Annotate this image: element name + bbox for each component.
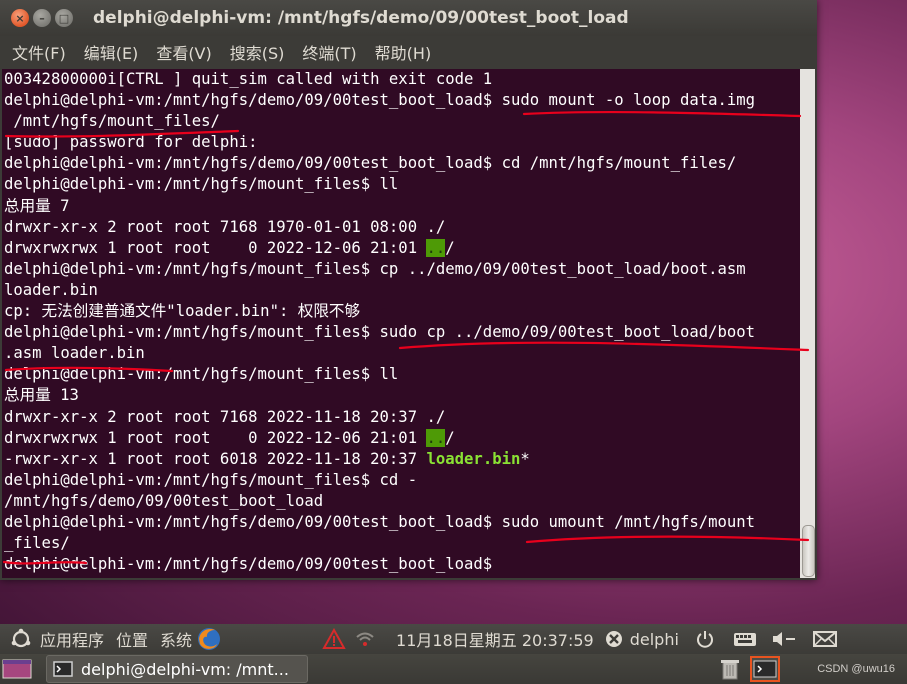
terminal-line: .asm loader.bin bbox=[4, 344, 145, 363]
mail-icon[interactable] bbox=[812, 630, 837, 648]
terminal-line: drwxr-xr-x 2 root root 7168 2022-11-18 2… bbox=[4, 407, 446, 426]
user-switch-icon[interactable] bbox=[604, 629, 624, 649]
maximize-button[interactable]: □ bbox=[55, 9, 73, 27]
terminal-window: × – □ delphi@delphi-vm: /mnt/hgfs/demo/0… bbox=[0, 0, 817, 580]
taskbar-terminal-item[interactable]: delphi@delphi-vm: /mnt... bbox=[46, 655, 308, 683]
top-panel: 应用程序 位置 系统 11月18日星期五 20:37:59 delphi bbox=[0, 624, 907, 654]
firefox-icon[interactable] bbox=[196, 626, 222, 652]
power-icon[interactable] bbox=[695, 629, 715, 649]
close-button[interactable]: × bbox=[11, 9, 29, 27]
ubuntu-logo-icon[interactable] bbox=[10, 628, 32, 650]
terminal-line: _files/ bbox=[4, 534, 70, 553]
terminal-line: drwxrwxrwx 1 root root 0 2022-12-06 21:0… bbox=[2, 428, 800, 449]
menu-system[interactable]: 系统 bbox=[160, 627, 192, 651]
volume-icon[interactable] bbox=[771, 630, 797, 648]
parent-dir: .. bbox=[426, 428, 446, 447]
title-bar[interactable]: × – □ delphi@delphi-vm: /mnt/hgfs/demo/0… bbox=[0, 0, 817, 36]
terminal-line: /mnt/hgfs/mount_files/ bbox=[4, 112, 220, 131]
menu-applications[interactable]: 应用程序 bbox=[40, 627, 104, 651]
minimize-button[interactable]: – bbox=[33, 9, 51, 27]
line-text: -rwxr-xr-x 1 root root 6018 2022-11-18 2… bbox=[4, 449, 427, 468]
terminal-line: -rwxr-xr-x 1 root root 6018 2022-11-18 2… bbox=[2, 449, 800, 470]
show-desktop-icon[interactable] bbox=[2, 657, 32, 681]
terminal-line: [sudo] password for delphi: bbox=[4, 133, 258, 152]
terminal-line: delphi@delphi-vm:/mnt/hgfs/mount_files$ … bbox=[4, 323, 756, 342]
terminal-line: 00342800000i[CTRL ] quit_sim called with… bbox=[4, 70, 493, 88]
warning-icon[interactable] bbox=[322, 628, 346, 650]
terminal-icon bbox=[53, 661, 73, 677]
menu-edit[interactable]: 编辑(E) bbox=[84, 40, 139, 64]
taskbar-item-label: delphi@delphi-vm: /mnt... bbox=[81, 659, 289, 679]
menu-search[interactable]: 搜索(S) bbox=[230, 40, 285, 64]
menu-terminal[interactable]: 终端(T) bbox=[302, 40, 356, 64]
scrollbar-thumb[interactable] bbox=[802, 525, 815, 577]
terminal-line: delphi@delphi-vm:/mnt/hgfs/demo/09/00tes… bbox=[4, 512, 756, 531]
menu-bar: 文件(F) 编辑(E) 查看(V) 搜索(S) 终端(T) 帮助(H) bbox=[0, 36, 817, 68]
user-name[interactable]: delphi bbox=[630, 630, 679, 649]
terminal-line: delphi@delphi-vm:/mnt/hgfs/demo/09/00tes… bbox=[2, 554, 800, 575]
bottom-panel: delphi@delphi-vm: /mnt... bbox=[0, 654, 907, 684]
terminal-line: 总用量 13 bbox=[4, 386, 79, 405]
watermark: CSDN @uwu16 bbox=[817, 663, 895, 675]
terminal-line: drwxrwxrwx 1 root root 0 2022-12-06 21:0… bbox=[2, 238, 800, 259]
terminal-line: delphi@delphi-vm:/mnt/hgfs/mount_files$ … bbox=[4, 259, 746, 278]
menu-help[interactable]: 帮助(H) bbox=[375, 40, 432, 64]
terminal-line: delphi@delphi-vm:/mnt/hgfs/demo/09/00tes… bbox=[4, 154, 737, 173]
workspace-switcher-icon[interactable] bbox=[750, 656, 780, 682]
exe-suffix: * bbox=[520, 449, 530, 468]
trash-icon[interactable] bbox=[718, 657, 742, 681]
terminal-line: 总用量 7 bbox=[4, 196, 70, 215]
terminal-line: delphi@delphi-vm:/mnt/hgfs/mount_files$ … bbox=[4, 175, 399, 194]
menu-file[interactable]: 文件(F) bbox=[12, 40, 66, 64]
terminal-line: /mnt/hgfs/demo/09/00test_boot_load bbox=[4, 491, 324, 510]
line-text: drwxrwxrwx 1 root root 0 2022-12-06 21:0… bbox=[4, 238, 427, 257]
terminal-line: cp: 无法创建普通文件"loader.bin": 权限不够 bbox=[4, 302, 361, 321]
terminal-output[interactable]: 00342800000i[CTRL ] quit_sim called with… bbox=[2, 69, 800, 578]
terminal-line: drwxr-xr-x 2 root root 7168 1970-01-01 0… bbox=[4, 217, 446, 236]
menu-places[interactable]: 位置 bbox=[116, 627, 148, 651]
wifi-icon[interactable] bbox=[354, 628, 376, 650]
window-title: delphi@delphi-vm: /mnt/hgfs/demo/09/00te… bbox=[93, 8, 629, 28]
terminal-line: loader.bin bbox=[4, 280, 98, 299]
cursor bbox=[502, 555, 511, 573]
menu-view[interactable]: 查看(V) bbox=[156, 40, 211, 64]
line-text: delphi@delphi-vm:/mnt/hgfs/demo/09/00tes… bbox=[4, 555, 502, 574]
clock[interactable]: 11月18日星期五 20:37:59 bbox=[396, 627, 594, 651]
dir-suffix: / bbox=[445, 238, 455, 257]
keyboard-icon[interactable] bbox=[733, 630, 757, 648]
terminal-line: delphi@delphi-vm:/mnt/hgfs/mount_files$ … bbox=[4, 470, 418, 489]
line-text: drwxrwxrwx 1 root root 0 2022-12-06 21:0… bbox=[4, 428, 427, 447]
terminal-line: delphi@delphi-vm:/mnt/hgfs/demo/09/00tes… bbox=[4, 91, 756, 110]
scrollbar[interactable] bbox=[800, 69, 815, 578]
terminal-line: delphi@delphi-vm:/mnt/hgfs/mount_files$ … bbox=[4, 365, 399, 384]
dir-suffix: / bbox=[445, 428, 455, 447]
exe-file: loader.bin bbox=[426, 449, 521, 468]
parent-dir: .. bbox=[426, 238, 446, 257]
